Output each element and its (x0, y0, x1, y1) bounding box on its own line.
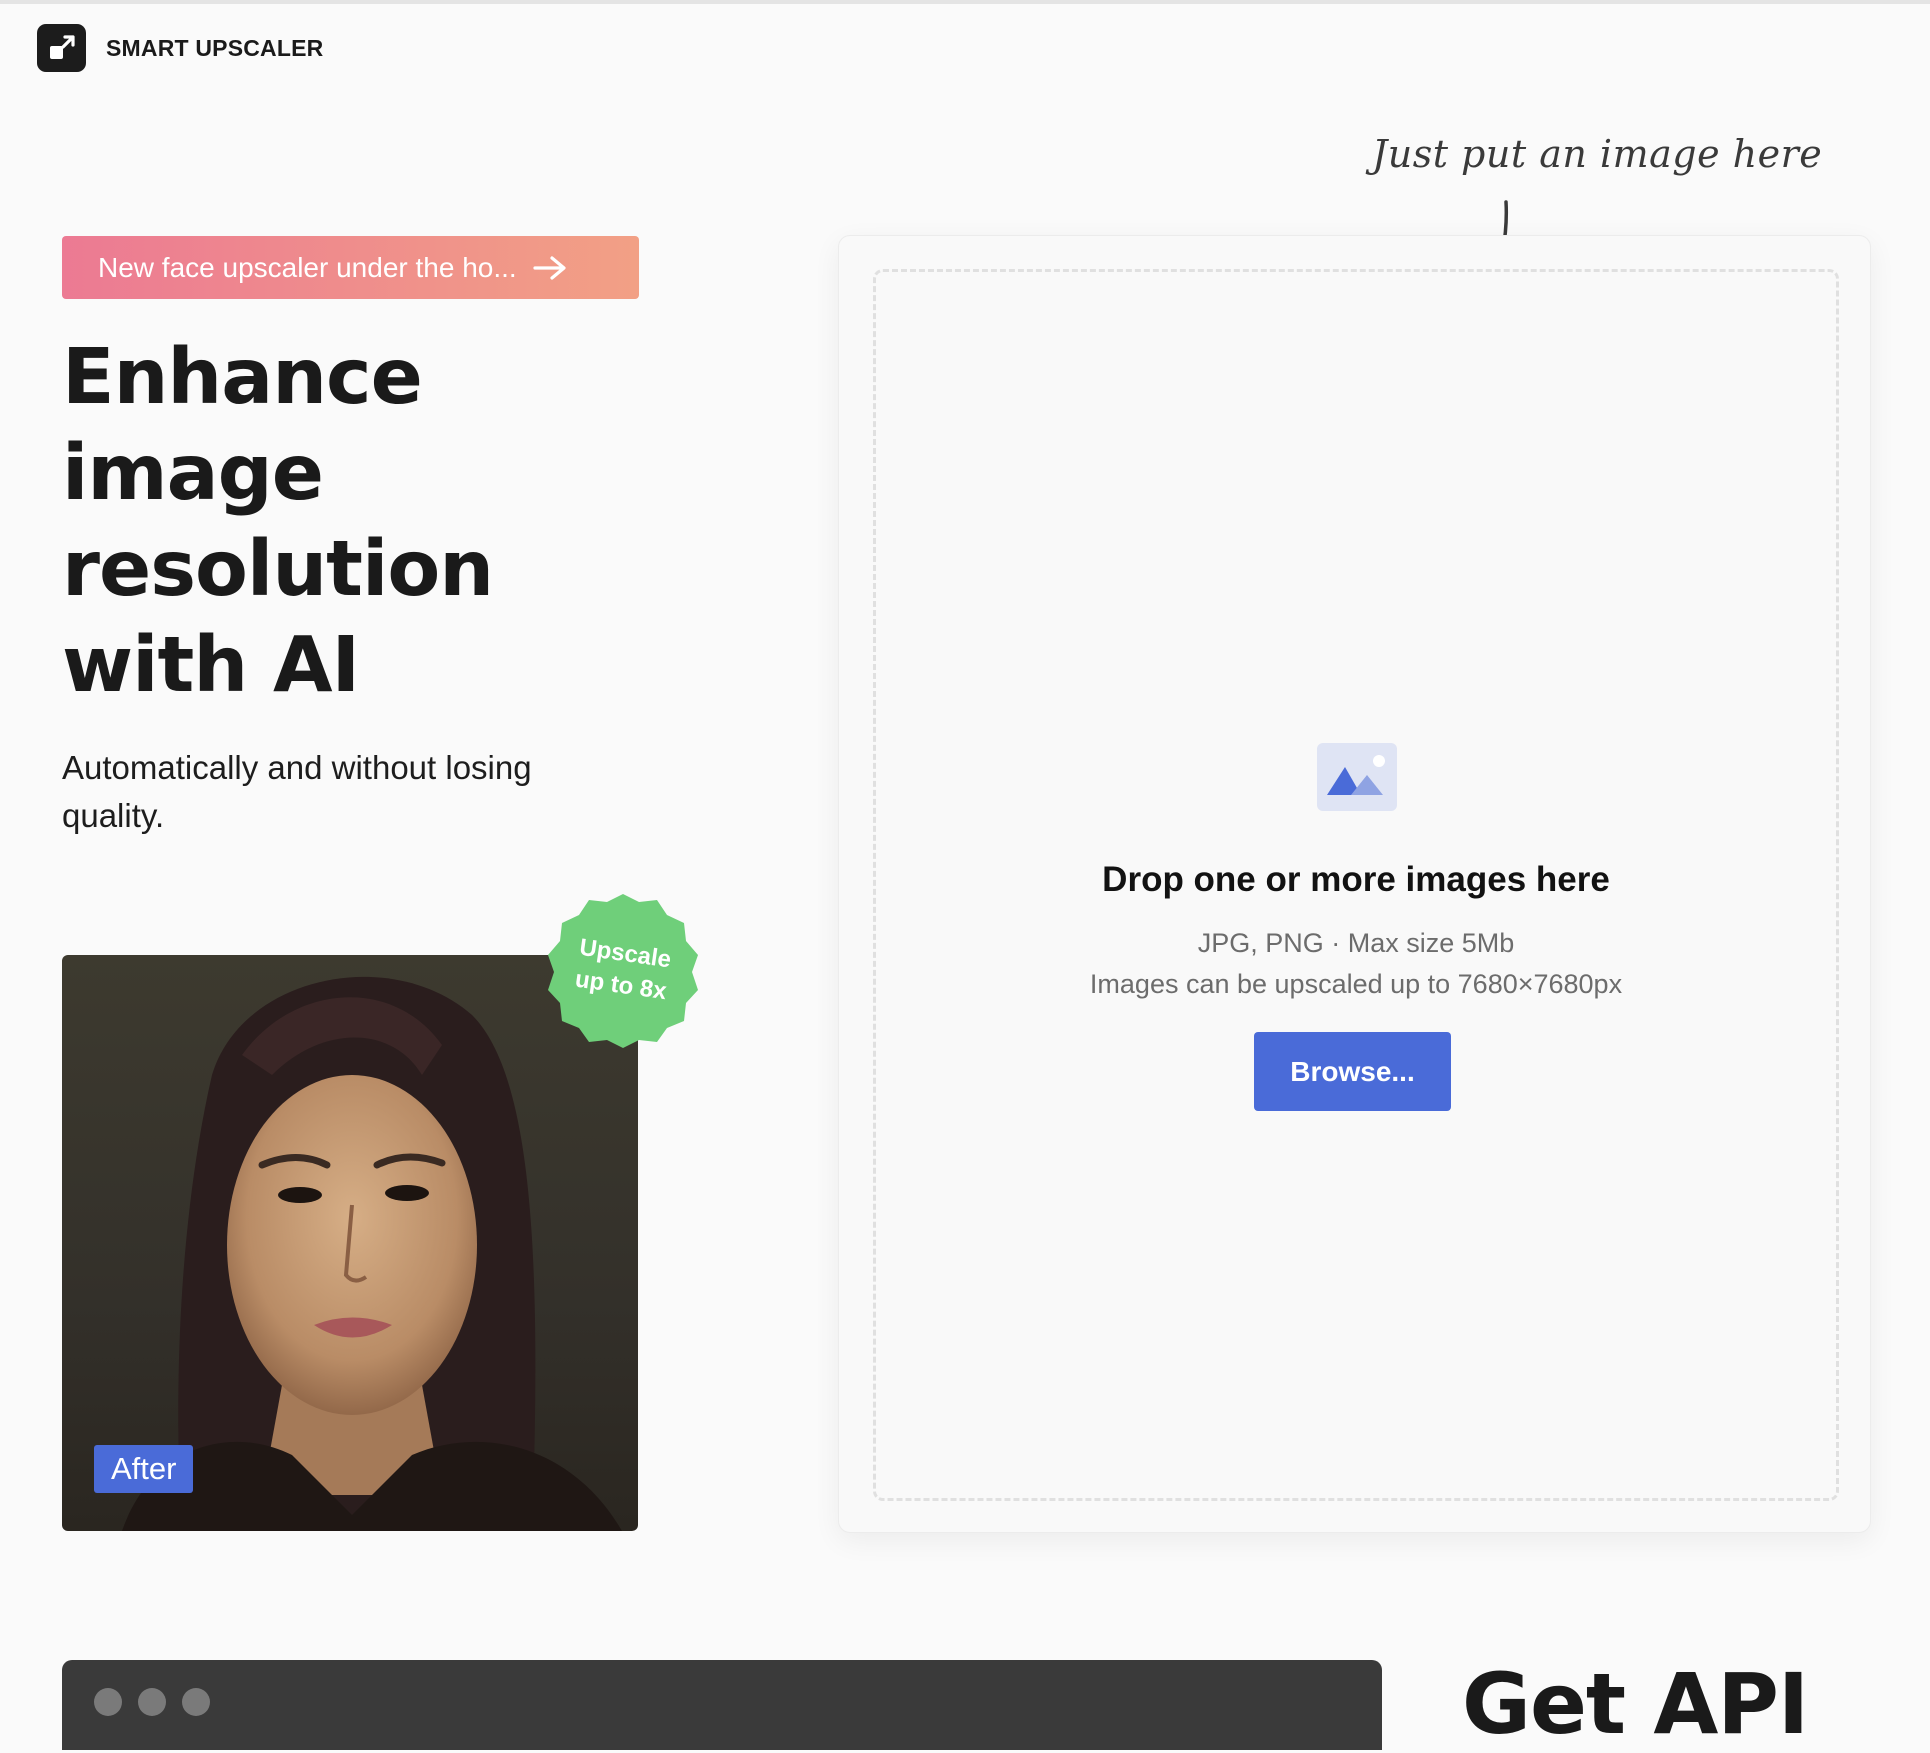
hero-subtitle: Automatically and without losing quality… (62, 749, 532, 834)
upscale-badge: Upscale up to 8x (543, 890, 703, 1050)
dropzone-limit: Images can be upscaled up to 7680×7680px (1089, 969, 1623, 999)
upload-card: Drop one or more images here JPG, PNG · … (838, 235, 1871, 1533)
top-border (0, 0, 1930, 4)
dropzone-title: Drop one or more images here (1102, 860, 1610, 899)
brand-name: SMART UPSCALER (106, 34, 324, 61)
after-label: After (94, 1445, 194, 1493)
hero-title-line: image (62, 429, 324, 518)
brand[interactable]: SMART UPSCALER (37, 24, 323, 72)
window-dot (138, 1688, 166, 1716)
image-placeholder-icon (1317, 743, 1397, 811)
hero-title: Enhance image resolution with AI (62, 330, 622, 714)
dropzone-formats: JPG, PNG · Max size 5Mb (1197, 928, 1515, 958)
hero-title-line: resolution (62, 525, 494, 614)
browser-mockup (62, 1660, 1382, 1750)
arrow-right-icon (533, 255, 567, 281)
hero-title-line: with AI (62, 621, 360, 710)
expand-arrow-icon (37, 24, 86, 72)
window-dot (94, 1688, 122, 1716)
api-heading: Get API (1462, 1655, 1809, 1753)
hero-title-line: Enhance (62, 333, 423, 422)
promo-label: New face upscaler under the ho... (98, 251, 517, 283)
window-dot (182, 1688, 210, 1716)
promo-banner[interactable]: New face upscaler under the ho... (62, 236, 639, 299)
dropzone[interactable]: Drop one or more images here JPG, PNG · … (873, 269, 1839, 1501)
browse-button[interactable]: Browse... (1254, 1032, 1451, 1111)
dropzone-hint: Just put an image here (1372, 132, 1823, 176)
